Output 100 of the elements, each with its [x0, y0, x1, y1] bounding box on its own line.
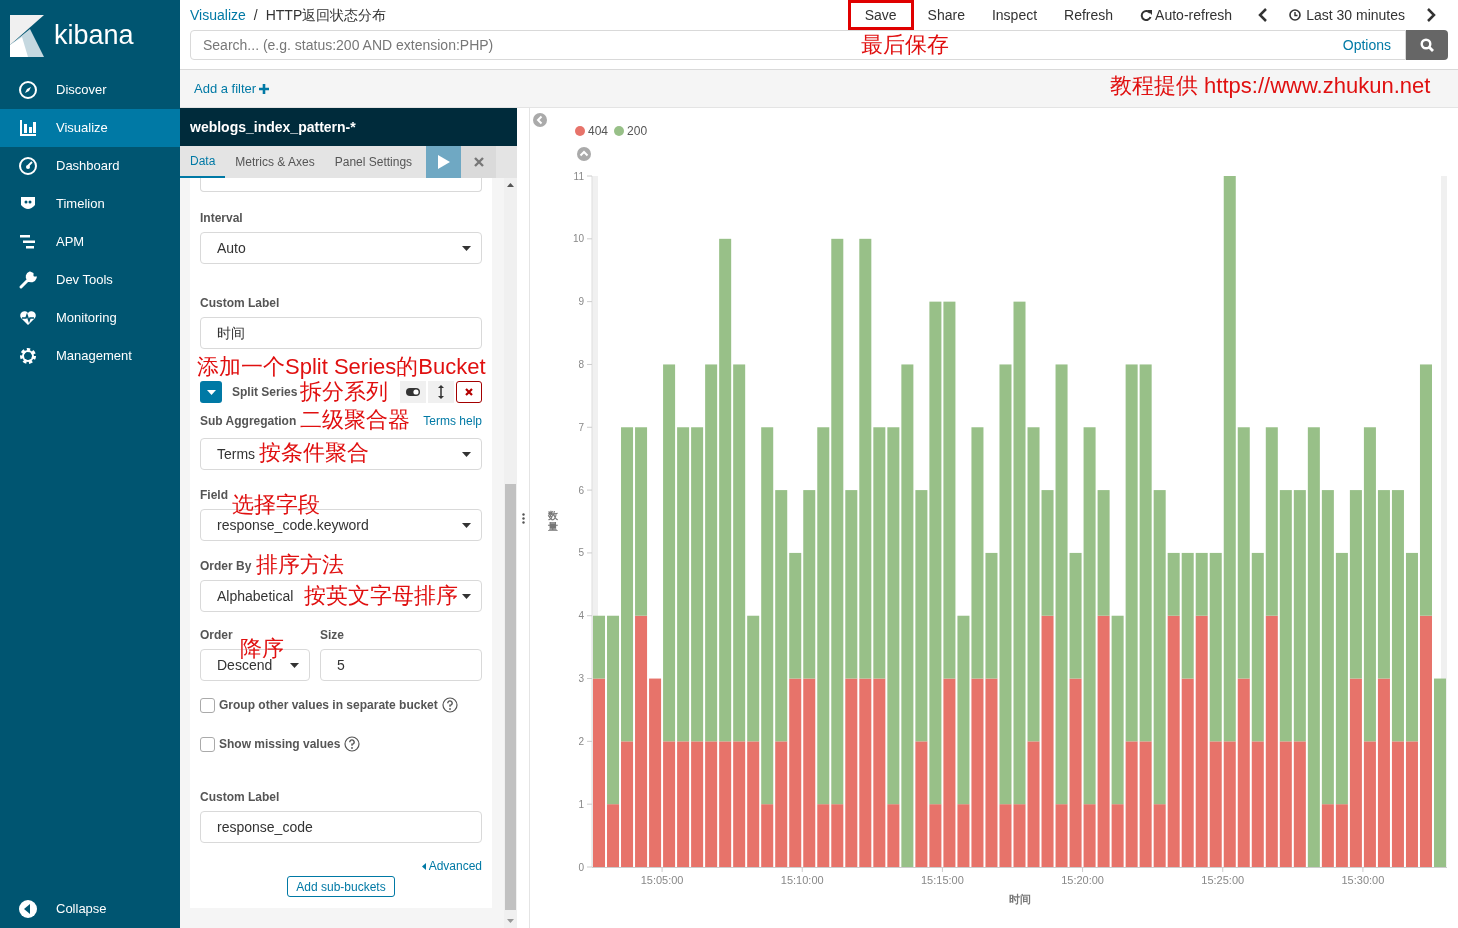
- collapse-icon: [18, 899, 38, 919]
- tick-label: 3: [578, 673, 584, 685]
- breadcrumb-separator: /: [253, 5, 258, 25]
- search-button[interactable]: [1406, 30, 1448, 60]
- annotation-text: 按条件聚合: [259, 440, 369, 466]
- text-field[interactable]: [200, 178, 482, 192]
- bar-chart-icon: [18, 118, 38, 138]
- scrollbar[interactable]: [504, 178, 517, 928]
- close-icon: [465, 388, 473, 396]
- reorder-button[interactable]: [428, 381, 454, 403]
- field-label: Field: [200, 487, 228, 504]
- menu-button[interactable]: Share: [914, 0, 978, 30]
- heart-pulse-icon: [18, 308, 38, 328]
- apply-button[interactable]: [426, 146, 462, 178]
- resize-handle-icon[interactable]: [521, 512, 525, 524]
- editor-tab[interactable]: Panel Settings: [324, 146, 423, 178]
- menu-button[interactable]: Inspect: [978, 0, 1051, 30]
- remove-button[interactable]: [456, 381, 482, 403]
- checkbox-label: Show missing values: [219, 736, 341, 753]
- clock-icon: [1289, 9, 1302, 21]
- wrench-icon: [18, 270, 38, 290]
- search-placeholder: Search... (e.g. status:200 AND extension:PHP): [203, 35, 494, 55]
- tick-label: 2: [578, 735, 584, 747]
- tick-label: 10: [572, 233, 584, 245]
- nav-item[interactable]: Visualize: [0, 109, 180, 147]
- nav-item[interactable]: Discover: [0, 71, 180, 109]
- annotation-text: 拆分系列: [300, 379, 388, 405]
- add-sub-buckets-button[interactable]: Add sub-buckets: [287, 876, 395, 897]
- tick-label: 15:15:00: [921, 874, 964, 886]
- menu-button[interactable]: Auto-refresh: [1127, 0, 1246, 30]
- help-icon[interactable]: [344, 736, 361, 752]
- nav-item[interactable]: Dev Tools: [0, 261, 180, 299]
- discard-button[interactable]: [461, 146, 497, 178]
- breadcrumb-current: HTTP返回状态分布: [265, 5, 387, 25]
- options-link[interactable]: Options: [1342, 34, 1391, 56]
- field-label: Sub Aggregation: [200, 413, 297, 430]
- field-label: Order: [200, 627, 233, 644]
- gauge-icon: [18, 156, 38, 176]
- field-label: Custom Label: [200, 295, 280, 312]
- advanced-link[interactable]: Advanced: [421, 858, 482, 874]
- checkbox-label: Group other values in separate bucket: [219, 697, 438, 714]
- text-field[interactable]: 时间: [200, 317, 482, 349]
- tick-label: 8: [578, 358, 584, 370]
- collapse-button[interactable]: Collapse: [0, 890, 180, 928]
- caret-down-icon: [206, 387, 216, 397]
- annotation-text: 最后保存: [861, 32, 949, 58]
- nav-item[interactable]: Dashboard: [0, 147, 180, 185]
- annotation-text: 按英文字母排序: [304, 583, 458, 609]
- tick-label: 9: [578, 296, 584, 308]
- breadcrumb-link[interactable]: Visualize: [190, 4, 246, 26]
- field-label: Order By: [200, 558, 252, 575]
- annotation-text: 二级聚合器: [300, 407, 410, 433]
- tick-label: 11: [573, 170, 584, 182]
- nav-item[interactable]: Timelion: [0, 185, 180, 223]
- editor-tab[interactable]: Metrics & Axes: [225, 146, 325, 178]
- close-icon: [473, 157, 484, 167]
- nav-item[interactable]: Management: [0, 337, 180, 375]
- search-icon: [1420, 38, 1434, 52]
- bars-icon: [18, 232, 38, 252]
- up-down-arrow-icon: [438, 385, 444, 399]
- index-pattern-title: weblogs_index_pattern-*: [180, 108, 517, 146]
- checkbox[interactable]: [200, 736, 215, 752]
- axis-title: 时间: [1009, 893, 1031, 905]
- nav-item[interactable]: Monitoring: [0, 299, 180, 337]
- tick-label: 15:25:00: [1201, 874, 1245, 886]
- caret-down-icon: [462, 522, 471, 528]
- legend-item[interactable]: 404: [575, 122, 609, 140]
- toggle-button[interactable]: [400, 381, 426, 403]
- text-field[interactable]: 5: [320, 649, 482, 681]
- caret-down-icon: [462, 245, 471, 251]
- field-label: Custom Label: [200, 789, 280, 806]
- chevron-left-icon: [1258, 8, 1269, 22]
- menu-button[interactable]: Refresh: [1051, 0, 1127, 30]
- brand-name: kibana: [54, 22, 134, 49]
- menu-button[interactable]: Save: [847, 0, 914, 30]
- play-icon: [437, 155, 450, 169]
- axis-title: 数量: [548, 510, 558, 532]
- caret-down-icon: [462, 593, 471, 599]
- time-picker-button[interactable]: Last 30 minutes: [1281, 0, 1413, 30]
- add-filter-link[interactable]: Add a filter: [194, 78, 270, 99]
- nav-item[interactable]: APM: [0, 223, 180, 261]
- annotation-text: 教程提供 https://www.zhukun.net: [1110, 73, 1431, 99]
- kibana-logo-icon: [10, 14, 44, 57]
- checkbox[interactable]: [200, 697, 215, 713]
- legend-item[interactable]: 200: [614, 122, 648, 140]
- tick-label: 7: [578, 421, 584, 433]
- tick-label: 15:30:00: [1341, 874, 1385, 886]
- plus-icon: [259, 83, 270, 94]
- help-icon[interactable]: [441, 697, 458, 713]
- tick-label: 15:20:00: [1061, 874, 1104, 886]
- caret-down-icon: [462, 451, 471, 457]
- caret-left-icon: [421, 862, 426, 870]
- tick-label: 15:10:00: [780, 874, 824, 886]
- tick-label: 0: [578, 861, 584, 873]
- help-link[interactable]: Terms help: [423, 412, 482, 430]
- expand-button[interactable]: [200, 381, 222, 403]
- select-field[interactable]: Auto: [200, 232, 482, 264]
- caret-down-icon: [290, 662, 299, 668]
- tick-label: 6: [578, 484, 584, 496]
- text-field[interactable]: response_code: [200, 811, 482, 843]
